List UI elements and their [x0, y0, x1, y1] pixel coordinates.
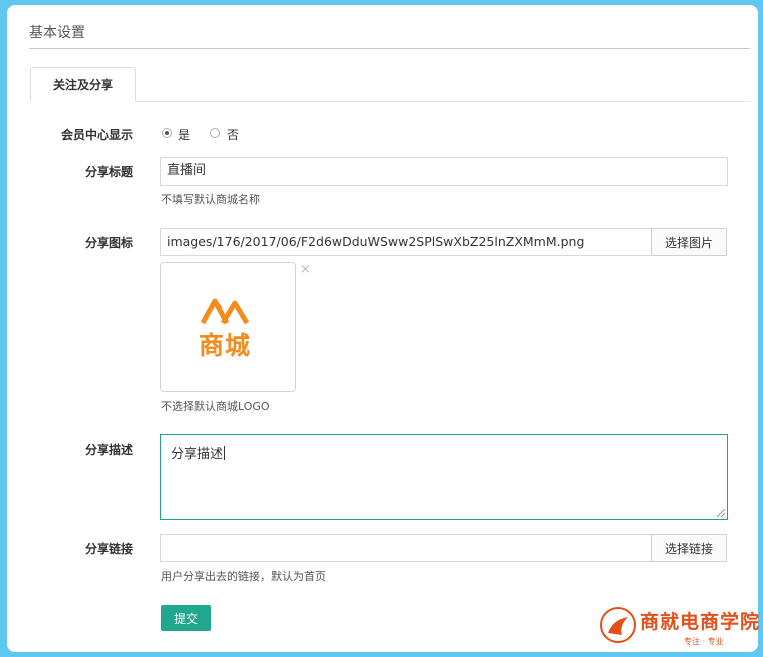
resize-handle[interactable]	[717, 509, 725, 517]
share-icon-help: 不选择默认商城LOGO	[161, 400, 270, 413]
share-title-help: 不填写默认商城名称	[161, 193, 260, 206]
logo-text: 商城	[199, 331, 252, 360]
watermark-subtext: 专注 · 专业	[684, 637, 724, 646]
share-title-label: 分享标题	[84, 165, 133, 179]
share-title-input[interactable]: 直播间	[160, 157, 728, 186]
share-link-help: 用户分享出去的链接，默认为首页	[161, 570, 326, 583]
select-image-button[interactable]: 选择图片	[651, 228, 727, 256]
select-link-button[interactable]: 选择链接	[651, 534, 727, 562]
member-center-label: 会员中心显示	[60, 128, 133, 142]
share-icon-path-input[interactable]: images/176/2017/06/F2d6wDduWSww2SPlSwXbZ…	[160, 228, 652, 256]
submit-button[interactable]: 提交	[161, 605, 211, 631]
share-link-input[interactable]	[160, 534, 652, 562]
page-title: 基本设置	[29, 25, 85, 41]
watermark-text: 商就电商学院	[640, 611, 761, 633]
settings-panel: 基本设置 关注及分享 会员中心显示 是 否 分享标题 直播间 不填写默认商城名称…	[7, 5, 758, 652]
remove-image-icon[interactable]: ×	[300, 262, 311, 277]
member-center-yes-radio[interactable]	[162, 128, 172, 138]
share-icon-label: 分享图标	[84, 236, 133, 250]
watermark-emblem-icon	[600, 607, 636, 643]
watermark: 商就电商学院 专注 · 专业	[600, 605, 759, 651]
tab-follow-share[interactable]: 关注及分享	[30, 67, 136, 102]
member-center-no-label[interactable]: 否	[227, 126, 239, 143]
share-icon-preview: 商城	[160, 262, 296, 392]
tab-divider	[29, 101, 750, 102]
header-divider	[29, 48, 750, 49]
member-center-no-radio[interactable]	[210, 128, 220, 138]
text-caret	[224, 446, 226, 460]
share-desc-textarea[interactable]: 分享描述	[160, 434, 728, 520]
member-center-yes-label[interactable]: 是	[178, 126, 190, 143]
share-link-label: 分享链接	[84, 542, 133, 556]
share-desc-text: 分享描述	[171, 447, 224, 462]
share-desc-label: 分享描述	[84, 443, 133, 457]
